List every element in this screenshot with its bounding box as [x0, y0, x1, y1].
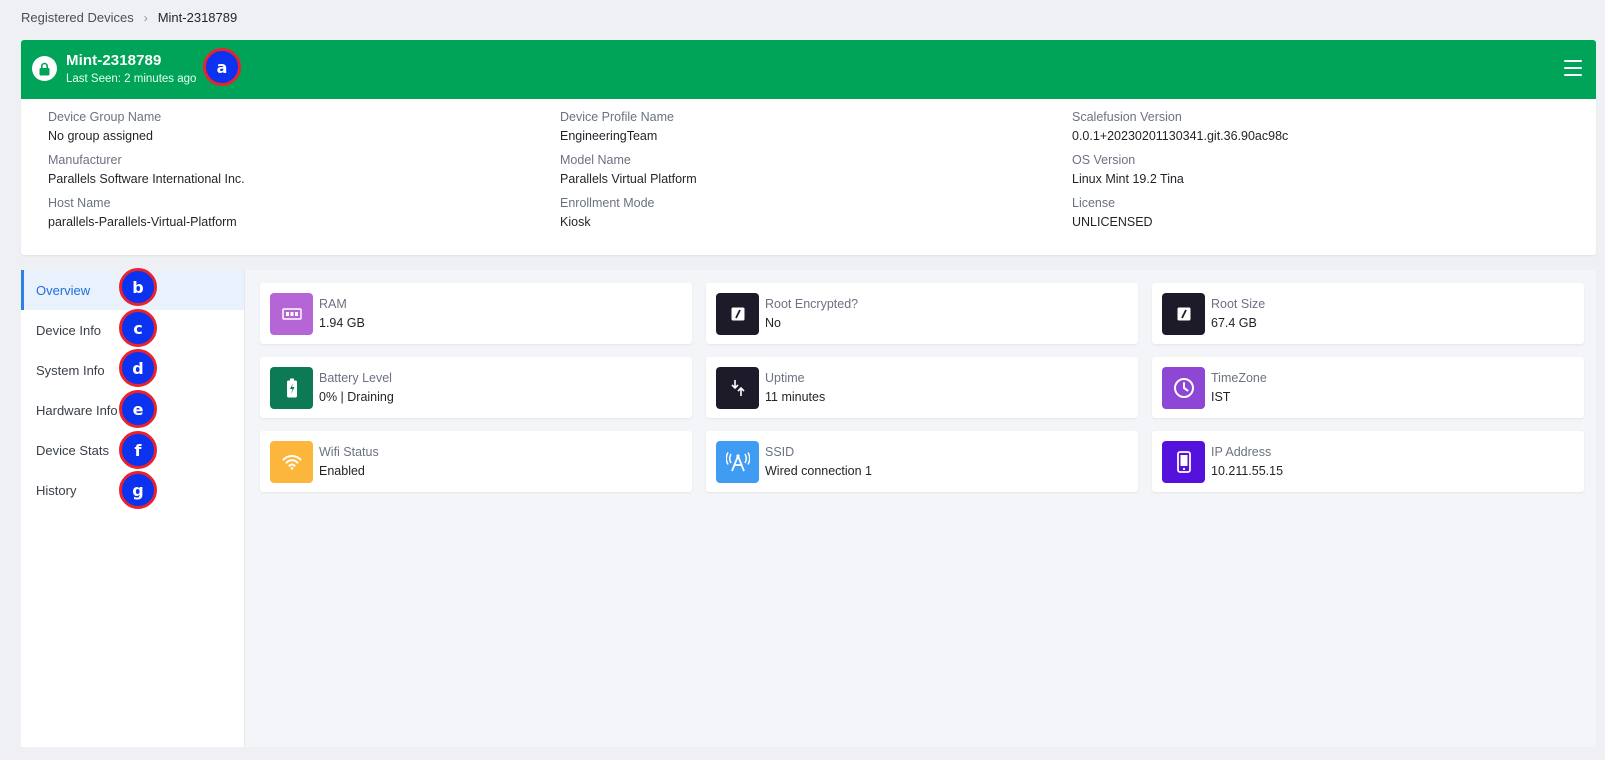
stat-card-root-encrypted: Root Encrypted? No	[706, 283, 1138, 344]
info-model-name: Model Name Parallels Virtual Platform	[560, 153, 1072, 186]
stat-value: 0% | Draining	[319, 390, 394, 404]
info-value: parallels-Parallels-Virtual-Platform	[48, 215, 237, 229]
stat-value: Enabled	[319, 464, 365, 478]
stat-label: Root Encrypted?	[765, 297, 859, 311]
stat-label: Root Size	[1211, 297, 1266, 311]
disk-icon	[716, 292, 759, 335]
breadcrumb-current: Mint-2318789	[157, 10, 238, 25]
info-label: License	[1072, 196, 1116, 210]
info-label: Host Name	[48, 196, 111, 210]
stat-card-timezone: TimeZone IST	[1152, 357, 1584, 418]
info-value: 0.0.1+20230201130341.git.36.90ac98c	[1072, 129, 1289, 143]
info-os-version: OS Version Linux Mint 19.2 Tina	[1072, 153, 1596, 186]
info-scalefusion-version: Scalefusion Version 0.0.1+20230201130341…	[1072, 110, 1596, 143]
info-value: UNLICENSED	[1072, 215, 1153, 229]
info-value: EngineeringTeam	[560, 129, 658, 143]
info-license: License UNLICENSED	[1072, 196, 1596, 229]
stat-card-ram: RAM 1.94 GB	[260, 283, 692, 344]
stat-card-battery-level: Battery Level 0% | Draining	[260, 357, 692, 418]
breadcrumb: Registered Devices › Mint-2318789	[21, 10, 237, 25]
stat-card-wifi-status: Wifi Status Enabled	[260, 431, 692, 492]
info-label: Model Name	[560, 153, 631, 167]
uptime-icon	[716, 366, 759, 409]
overview-stats-grid: RAM 1.94 GB Root Encrypted? No Root Size…	[260, 283, 1584, 492]
wifi-icon	[270, 440, 313, 483]
info-value: Linux Mint 19.2 Tina	[1072, 172, 1184, 186]
breadcrumb-registered-devices-link[interactable]: Registered Devices	[21, 10, 134, 25]
breadcrumb-separator: ›	[143, 10, 148, 25]
hamburger-menu-icon[interactable]	[1564, 60, 1582, 76]
marker-e: e	[119, 390, 157, 428]
info-label: Device Profile Name	[560, 110, 674, 124]
stat-value: No	[765, 316, 781, 330]
stat-value: 1.94 GB	[319, 316, 365, 330]
stat-value: Wired connection 1	[765, 464, 873, 478]
ram-icon	[270, 292, 313, 335]
info-enrollment-mode: Enrollment Mode Kiosk	[560, 196, 1072, 229]
info-device-group: Device Group Name No group assigned	[48, 110, 560, 143]
marker-c: c	[119, 309, 157, 347]
device-summary-card: Mint-2318789 Last Seen: 2 minutes ago De…	[21, 40, 1596, 255]
info-value: Kiosk	[560, 215, 591, 229]
marker-f: f	[119, 431, 157, 469]
stat-value: IST	[1211, 390, 1231, 404]
info-value: Parallels Virtual Platform	[560, 172, 697, 186]
stat-label: SSID	[765, 445, 795, 459]
stat-label: IP Address	[1211, 445, 1272, 459]
stat-card-ip-address: IP Address 10.211.55.15	[1152, 431, 1584, 492]
stat-value: 11 minutes	[765, 390, 826, 404]
stat-value: 67.4 GB	[1211, 316, 1257, 330]
device-name: Mint-2318789	[66, 52, 162, 69]
info-device-profile: Device Profile Name EngineeringTeam	[560, 110, 1072, 143]
battery-icon	[270, 366, 313, 409]
info-label: Enrollment Mode	[560, 196, 655, 210]
stat-card-root-size: Root Size 67.4 GB	[1152, 283, 1584, 344]
marker-d: d	[119, 349, 157, 387]
phone-icon	[1162, 440, 1205, 483]
marker-b: b	[119, 268, 157, 306]
info-manufacturer: Manufacturer Parallels Software Internat…	[48, 153, 560, 186]
info-label: Manufacturer	[48, 153, 122, 167]
info-label: OS Version	[1072, 153, 1136, 167]
stat-card-ssid: SSID Wired connection 1	[706, 431, 1138, 492]
disk-icon	[1162, 292, 1205, 335]
info-value: No group assigned	[48, 129, 153, 143]
info-host-name: Host Name parallels-Parallels-Virtual-Pl…	[48, 196, 560, 229]
last-seen-text: Last Seen: 2 minutes ago	[66, 73, 197, 85]
clock-icon	[1162, 366, 1205, 409]
device-header: Mint-2318789 Last Seen: 2 minutes ago	[21, 40, 1596, 99]
info-label: Scalefusion Version	[1072, 110, 1182, 124]
stat-value: 10.211.55.15	[1211, 464, 1284, 478]
stat-label: TimeZone	[1211, 371, 1267, 385]
antenna-icon	[716, 440, 759, 483]
stat-label: Wifi Status	[319, 445, 379, 459]
marker-a: a	[203, 48, 241, 86]
stat-label: RAM	[319, 297, 347, 311]
stat-card-uptime: Uptime 11 minutes	[706, 357, 1138, 418]
device-info-grid: Device Group Name No group assigned Devi…	[21, 99, 1596, 229]
device-title-block: Mint-2318789 Last Seen: 2 minutes ago	[66, 52, 196, 85]
stat-label: Battery Level	[319, 371, 392, 385]
stat-label: Uptime	[765, 371, 805, 385]
marker-g: g	[119, 471, 157, 509]
info-value: Parallels Software International Inc.	[48, 172, 245, 186]
details-panel: Overview Device Info System Info Hardwar…	[21, 270, 1596, 747]
info-label: Device Group Name	[48, 110, 162, 124]
lock-icon	[32, 56, 57, 81]
